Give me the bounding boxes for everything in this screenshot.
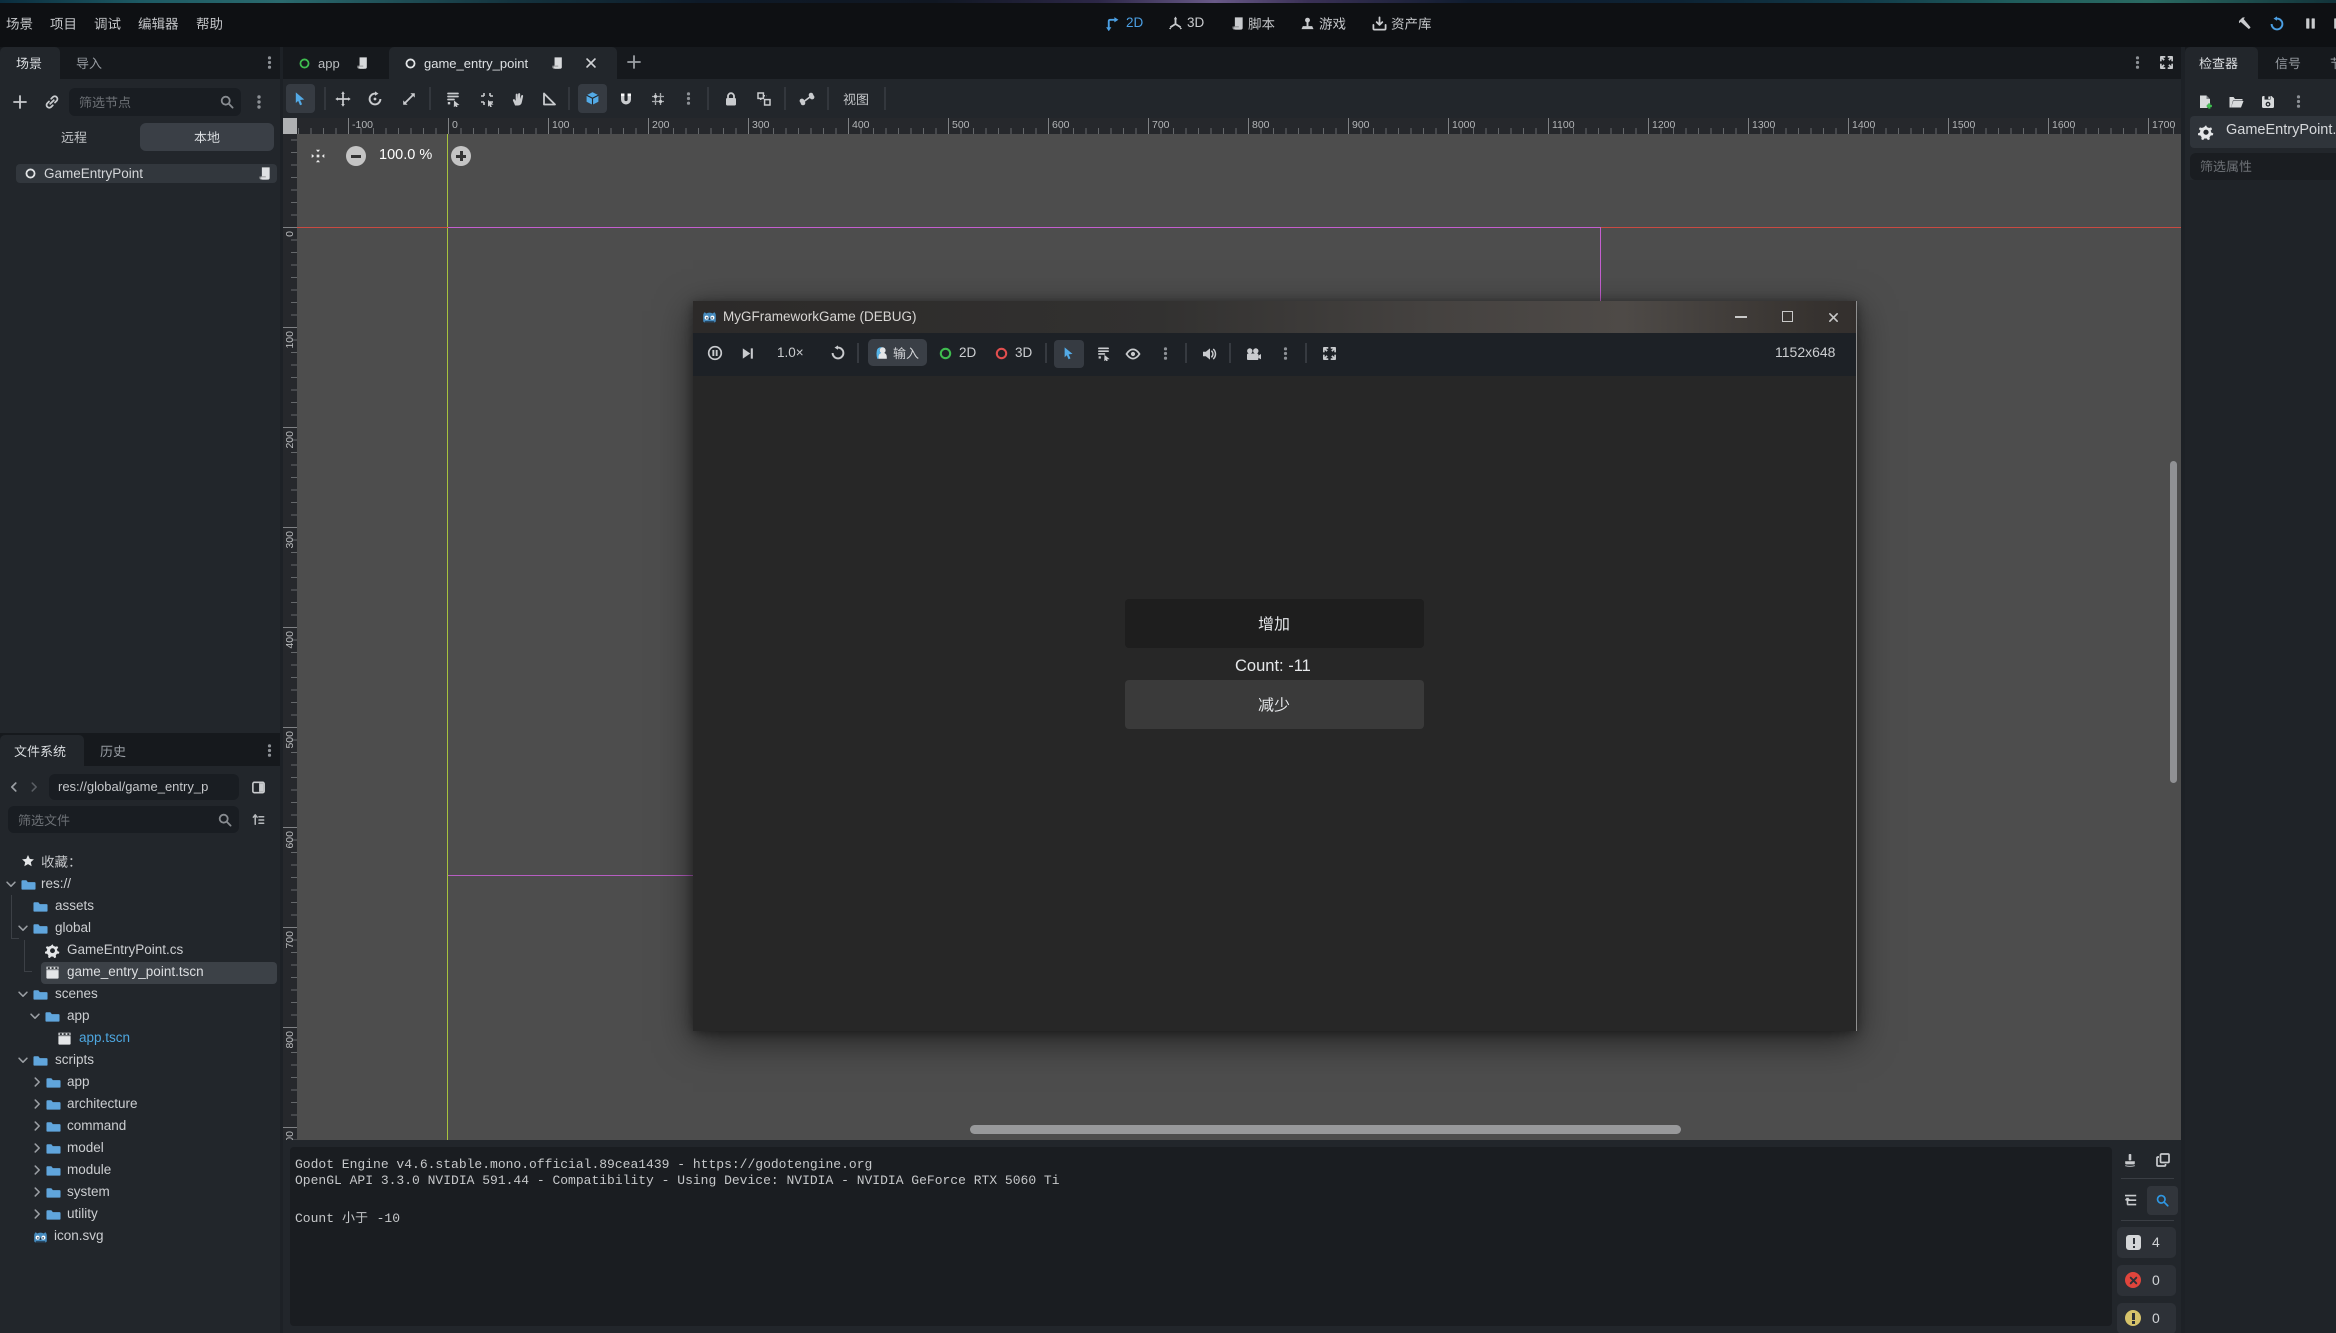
svg-text:600: 600 <box>1052 119 1070 131</box>
svg-text:900: 900 <box>284 1131 296 1140</box>
svg-text:400: 400 <box>284 631 296 649</box>
svg-text:800: 800 <box>284 1031 296 1049</box>
svg-text:1700: 1700 <box>2152 119 2176 131</box>
svg-text:300: 300 <box>284 531 296 549</box>
svg-text:500: 500 <box>284 731 296 749</box>
svg-text:1200: 1200 <box>1652 119 1676 131</box>
svg-text:500: 500 <box>952 119 970 131</box>
svg-text:1600: 1600 <box>2052 119 2076 131</box>
svg-text:700: 700 <box>284 931 296 949</box>
svg-text:0: 0 <box>284 231 296 237</box>
svg-text:600: 600 <box>284 831 296 849</box>
svg-text:1000: 1000 <box>1452 119 1476 131</box>
svg-text:0: 0 <box>452 119 458 131</box>
svg-text:800: 800 <box>1252 119 1270 131</box>
svg-text:1300: 1300 <box>1752 119 1776 131</box>
svg-text:100: 100 <box>552 119 570 131</box>
svg-text:900: 900 <box>1352 119 1370 131</box>
svg-text:200: 200 <box>652 119 670 131</box>
svg-text:700: 700 <box>1152 119 1170 131</box>
svg-text:100: 100 <box>284 331 296 349</box>
svg-text:-100: -100 <box>352 119 373 131</box>
svg-text:300: 300 <box>752 119 770 131</box>
svg-text:400: 400 <box>852 119 870 131</box>
svg-text:1100: 1100 <box>1552 119 1575 131</box>
svg-text:1500: 1500 <box>1952 119 1976 131</box>
svg-text:1400: 1400 <box>1852 119 1876 131</box>
svg-text:200: 200 <box>284 431 296 449</box>
